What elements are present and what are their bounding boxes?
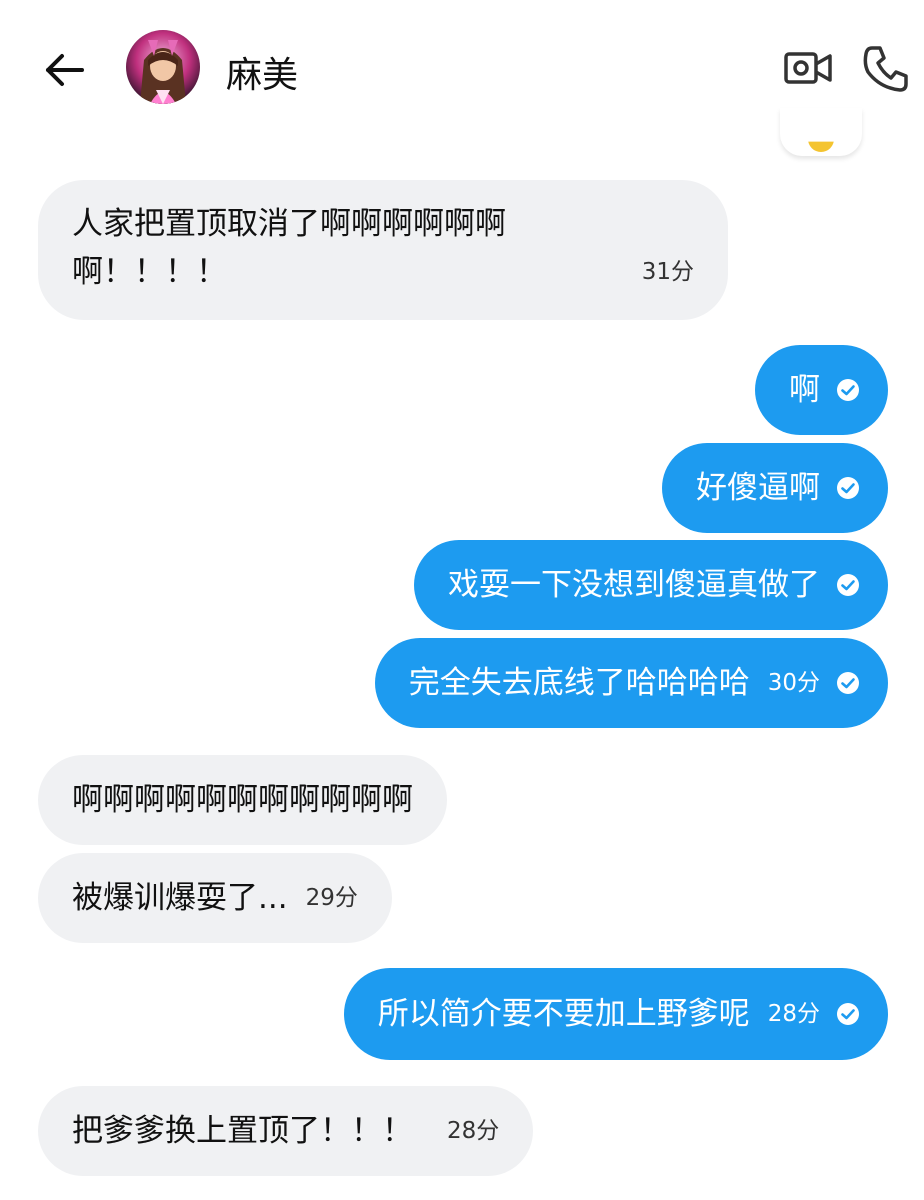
message-time: 29分 xyxy=(305,885,358,911)
back-button[interactable] xyxy=(40,45,90,95)
emoji-icon xyxy=(808,141,834,152)
message-text: 所以简介要不要加上野爹呢 xyxy=(377,996,750,1032)
message-time: 28分 xyxy=(767,1001,820,1027)
incoming-message[interactable]: 把爹爹换上置顶了！！！ 28分 xyxy=(38,1086,534,1176)
read-check-icon xyxy=(837,672,859,694)
previous-message-peek xyxy=(780,108,862,156)
incoming-message[interactable]: 人家把置顶取消了啊啊啊啊啊啊 啊！！！！ 31分 xyxy=(38,180,728,320)
message-time: 28分 xyxy=(447,1118,500,1144)
arrow-left-icon xyxy=(46,54,84,86)
message-text: 把爹爹换上置顶了！！！ xyxy=(72,1113,413,1149)
voice-call-button[interactable] xyxy=(858,40,914,96)
outgoing-message[interactable]: 啊 xyxy=(755,345,888,435)
read-check-icon xyxy=(837,574,859,596)
read-check-icon xyxy=(837,1003,859,1025)
phone-icon xyxy=(863,46,908,92)
message-text: 被爆训爆耍了... xyxy=(72,880,288,916)
avatar[interactable] xyxy=(126,30,200,104)
message-text: 好傻逼啊 xyxy=(696,470,820,506)
message-text: 戏耍一下没想到傻逼真做了 xyxy=(448,567,820,603)
message-text: 人家把置顶取消了啊啊啊啊啊啊 啊！！！！ xyxy=(72,206,506,290)
outgoing-message[interactable]: 好傻逼啊 xyxy=(662,443,888,533)
message-text: 完全失去底线了哈哈哈哈 xyxy=(408,665,750,701)
message-text: 啊啊啊啊啊啊啊啊啊啊啊 xyxy=(72,782,413,818)
outgoing-message[interactable]: 戏耍一下没想到傻逼真做了 xyxy=(414,540,888,630)
outgoing-message[interactable]: 完全失去底线了哈哈哈哈 30分 xyxy=(374,638,888,728)
read-check-icon xyxy=(837,379,859,401)
message-time: 30分 xyxy=(767,670,820,696)
message-text: 啊 xyxy=(789,372,820,408)
incoming-message[interactable]: 啊啊啊啊啊啊啊啊啊啊啊 xyxy=(38,755,447,845)
video-call-icon xyxy=(784,52,832,84)
incoming-message[interactable]: 被爆训爆耍了... 29分 xyxy=(38,853,392,943)
read-check-icon xyxy=(837,477,859,499)
outgoing-message[interactable]: 所以简介要不要加上野爹呢 28分 xyxy=(343,968,888,1060)
video-call-button[interactable] xyxy=(780,40,836,96)
message-time: 31分 xyxy=(641,259,694,285)
contact-name[interactable]: 麻美 xyxy=(226,46,298,98)
